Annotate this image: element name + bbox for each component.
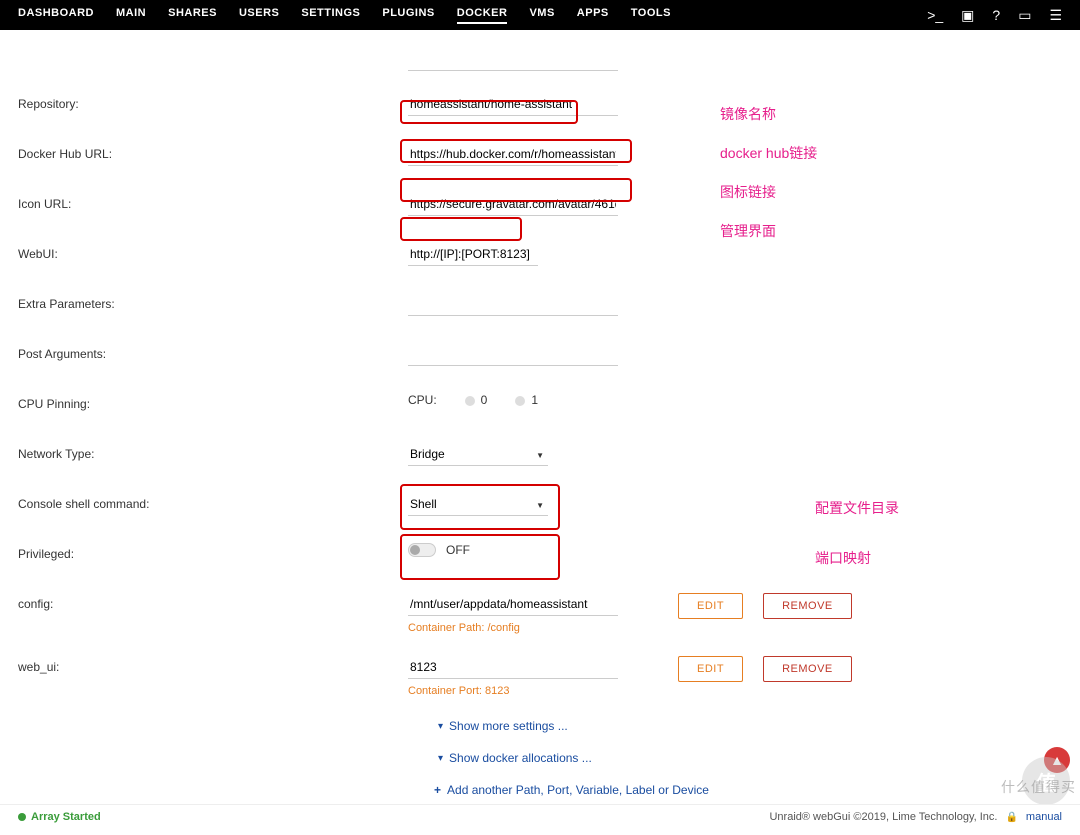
feedback-icon[interactable]: ▣: [961, 7, 974, 24]
config-remove-button[interactable]: REMOVE: [763, 593, 852, 619]
menu-icon[interactable]: ☰: [1049, 7, 1062, 24]
extraparams-input[interactable]: [408, 293, 618, 316]
chevron-down-icon: ▾: [438, 753, 443, 764]
radio-icon: [515, 396, 525, 406]
array-status[interactable]: Array Started: [18, 811, 101, 823]
terminal-icon[interactable]: >_: [927, 7, 943, 23]
config-input[interactable]: [408, 593, 618, 616]
watermark-text: 什么值得买: [1001, 777, 1076, 797]
nav-settings[interactable]: SETTINGS: [301, 7, 360, 24]
cpu-prefix: CPU:: [408, 393, 437, 407]
repository-input[interactable]: [408, 93, 618, 116]
config-edit-button[interactable]: EDIT: [678, 593, 743, 619]
nav-main[interactable]: MAIN: [116, 7, 146, 24]
webui-remove-button[interactable]: REMOVE: [763, 656, 852, 682]
nav-apps[interactable]: APPS: [577, 7, 609, 24]
lock-icon: 🔒: [1005, 812, 1017, 823]
cpu-option-0[interactable]: 0: [465, 393, 488, 407]
help-icon[interactable]: ?: [992, 7, 1000, 23]
manual-link[interactable]: manual: [1026, 811, 1062, 823]
annotation-config: 配置文件目录: [815, 498, 899, 518]
iconurl-label: Icon URL:: [18, 193, 408, 211]
nettype-label: Network Type:: [18, 443, 408, 461]
annotation-webui: 管理界面: [720, 221, 776, 241]
privileged-state: OFF: [446, 543, 470, 557]
display-icon[interactable]: ▭: [1018, 7, 1031, 24]
spacer-top: [408, 70, 618, 71]
nav-plugins[interactable]: PLUGINS: [382, 7, 434, 24]
status-dot-icon: [18, 813, 26, 821]
footer-bar: Array Started Unraid® webGui ©2019, Lime…: [0, 804, 1080, 829]
annotation-webui-port: 端口映射: [815, 548, 871, 568]
radio-icon: [465, 396, 475, 406]
webui-port-label: web_ui:: [18, 656, 408, 674]
nav-menu: DASHBOARD MAIN SHARES USERS SETTINGS PLU…: [18, 7, 671, 24]
repository-label: Repository:: [18, 93, 408, 111]
postargs-input[interactable]: [408, 343, 618, 366]
webui-port-input[interactable]: [408, 656, 618, 679]
nav-vms[interactable]: VMS: [529, 7, 554, 24]
nav-tools[interactable]: TOOLS: [631, 7, 671, 24]
nav-users[interactable]: USERS: [239, 7, 279, 24]
webui-input[interactable]: [408, 243, 538, 266]
nav-right-icons: >_ ▣ ? ▭ ☰: [927, 7, 1062, 24]
privileged-toggle[interactable]: [408, 543, 436, 557]
footer-copyright: Unraid® webGui ©2019, Lime Technology, I…: [769, 811, 997, 823]
dockerhub-input[interactable]: [408, 143, 618, 166]
postargs-label: Post Arguments:: [18, 343, 408, 361]
dockerhub-label: Docker Hub URL:: [18, 143, 408, 161]
show-docker-allocations-link[interactable]: ▾ Show docker allocations ...: [438, 751, 1062, 765]
extraparams-label: Extra Parameters:: [18, 293, 408, 311]
shell-label: Console shell command:: [18, 493, 408, 511]
nav-dashboard[interactable]: DASHBOARD: [18, 7, 94, 24]
top-navbar: DASHBOARD MAIN SHARES USERS SETTINGS PLU…: [0, 0, 1080, 30]
iconurl-input[interactable]: [408, 193, 618, 216]
toggle-knob-icon: [410, 545, 420, 555]
privileged-label: Privileged:: [18, 543, 408, 561]
plus-icon: +: [434, 783, 441, 797]
annotation-repo: 镜像名称: [720, 104, 776, 124]
shell-select[interactable]: Shell: [408, 493, 548, 516]
webui-container-port: Container Port: 8123: [408, 685, 633, 697]
show-more-settings-link[interactable]: ▾ Show more settings ...: [438, 719, 1062, 733]
nav-shares[interactable]: SHARES: [168, 7, 217, 24]
config-label: config:: [18, 593, 408, 611]
annotation-hub: docker hub链接: [720, 143, 817, 163]
annotation-icon: 图标链接: [720, 182, 776, 202]
cpu-option-1[interactable]: 1: [515, 393, 538, 407]
webui-label: WebUI:: [18, 243, 408, 261]
add-another-link[interactable]: + Add another Path, Port, Variable, Labe…: [434, 783, 1062, 797]
chevron-down-icon: ▾: [438, 721, 443, 732]
config-container-path: Container Path: /config: [408, 622, 633, 634]
nav-docker[interactable]: DOCKER: [457, 7, 508, 24]
cpupinning-label: CPU Pinning:: [18, 393, 408, 411]
nettype-select[interactable]: Bridge: [408, 443, 548, 466]
webui-edit-button[interactable]: EDIT: [678, 656, 743, 682]
